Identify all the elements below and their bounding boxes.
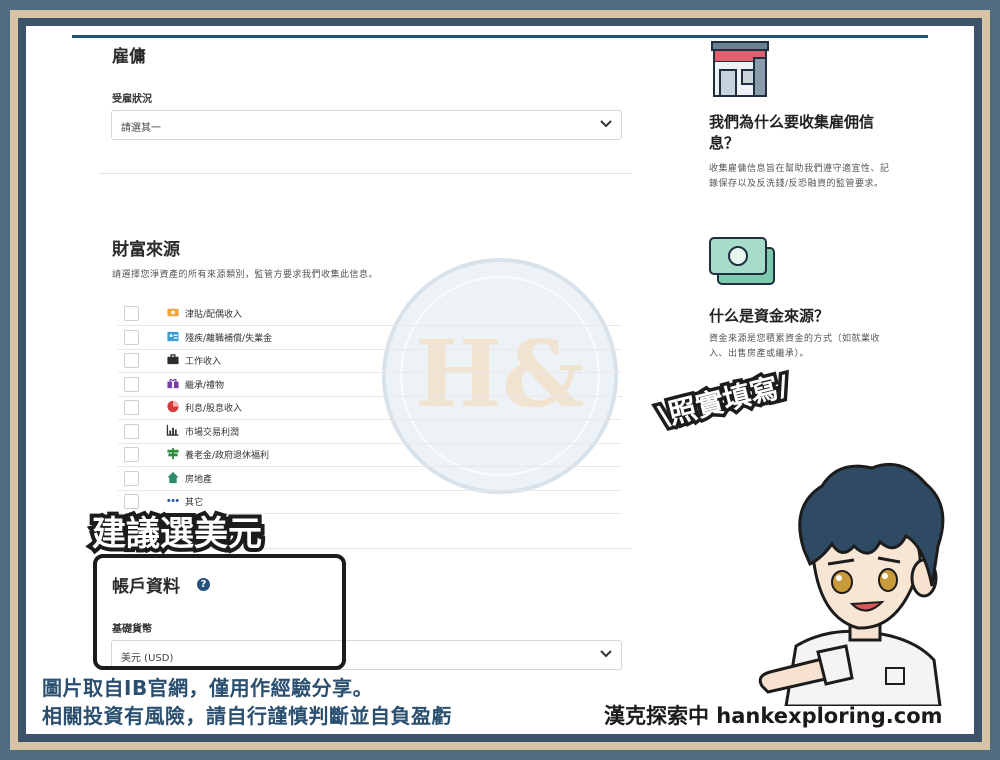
money-bill-icon [167,308,179,317]
briefcase-icon [167,354,179,365]
wealth-source-label: 房地產 [185,474,213,485]
wealth-source-row: 繼承/禮物 [118,373,622,397]
wealth-source-checkbox[interactable] [124,400,139,415]
wealth-source-label: 養老金/政府退休福利 [185,451,270,461]
storefront-icon [711,41,769,97]
wealth-source-checkbox[interactable] [124,353,139,368]
site-credit: 漢克探索中 hankexploring.com [604,704,943,728]
wealth-source-checkbox[interactable] [124,423,139,439]
disclaimer-line-2: 相關投資有風險，請自行謹慎判斷並自負盈虧 [42,704,452,728]
callout-text: 建議選美元 [88,510,266,558]
highlight-box [93,554,346,670]
signpost-icon [167,447,179,460]
wealth-source-row: 養老金/政府退休福利 [118,443,622,467]
wealth-source-label: 殘疾/離職補償/失業金 [185,333,273,344]
side-wealth-title: 什么是資金來源？ [709,307,830,325]
header-accent-line [72,35,928,38]
chevron-down-icon [600,120,612,128]
wealth-source-row: 殘疾/離職補償/失業金 [118,326,622,350]
pie-chart-icon [167,400,179,413]
wealth-source-row: 工作收入 [118,349,622,373]
wealth-source-label: 工作收入 [185,357,222,367]
employment-status-select[interactable]: 請選其一 [111,110,622,140]
disclaimer-line-1: 圖片取自IB官網，僅用作經驗分享。 [42,676,374,700]
wealth-source-label: 津貼/配偶收入 [185,310,243,320]
screenshot-canvas: H& 雇傭 受雇狀況 請選其一 財富來源 請選擇您淨資產的所有來源類別，監管方要… [26,26,974,734]
wealth-source-label: 繼承/禮物 [185,380,225,391]
house-icon [167,471,179,483]
wealth-source-checkbox[interactable] [124,329,139,345]
wealth-source-label: 利息/股息收入 [185,404,243,414]
id-card-icon [167,331,179,341]
wealth-source-checkbox[interactable] [124,447,139,462]
cartoon-character-image [758,462,945,706]
chevron-down-icon [600,650,612,658]
wealth-source-row: 利息/股息收入 [118,396,622,420]
bar-chart-icon [166,424,179,436]
wealth-source-checkbox[interactable] [124,376,139,392]
money-icon [709,237,775,285]
wealth-description: 請選擇您淨資產的所有來源類別，監管方要求我們收集此信息。 [112,270,379,280]
employment-status-label: 受雇狀況 [112,94,152,105]
side-wealth-desc: 資金來源是您積累資金的方式（如就業收入、出售房產或繼承）。 [709,334,881,359]
wealth-source-row: 房地產 [118,467,622,491]
side-employment-title: 我們為什么要收集雇佣信息？ [709,113,875,152]
wealth-source-label: 市場交易利潤 [185,427,240,438]
wealth-source-row: 市場交易利潤 [118,420,622,444]
employment-status-value: 請選其一 [121,123,161,134]
section-divider [99,173,632,174]
employment-title: 雇傭 [112,47,146,67]
wealth-source-checkbox[interactable] [124,306,139,321]
speech-text: \照實填寫/ [652,365,796,436]
gift-icon [167,378,179,388]
wealth-source-checkbox[interactable] [124,470,139,486]
side-employment-desc: 收集雇傭信息旨在幫助我們遵守適宜性、記錄保存以及反洗錢/反恐融資的監管要求。 [709,164,890,189]
wealth-source-row: 津貼/配偶收入 [118,302,622,326]
wealth-title: 財富來源 [112,240,180,260]
